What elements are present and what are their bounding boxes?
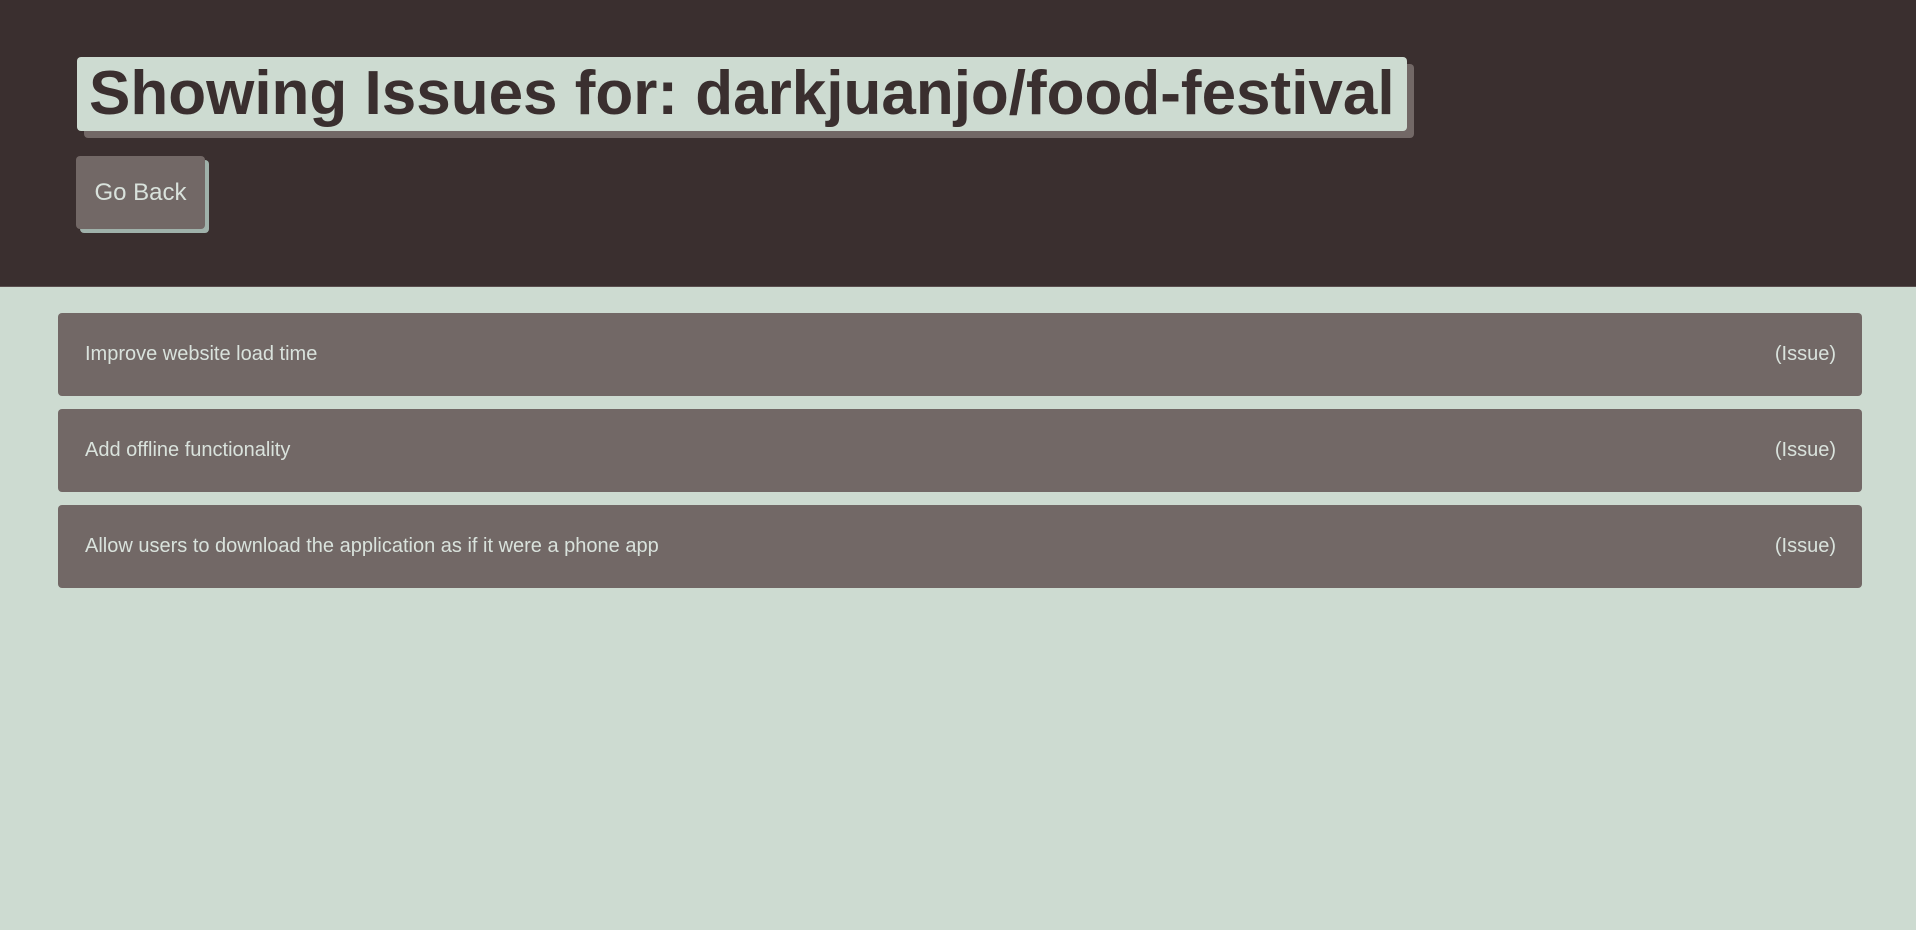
page-header: Showing Issues for: darkjuanjo/food-fest…: [0, 0, 1916, 287]
issue-item[interactable]: Allow users to download the application …: [58, 505, 1862, 588]
issue-list: Improve website load time (Issue) Add of…: [58, 313, 1862, 601]
issue-item[interactable]: Improve website load time (Issue): [58, 313, 1862, 396]
issue-title: Allow users to download the application …: [85, 535, 659, 557]
issue-type-label: (Issue): [1774, 535, 1836, 557]
page-title: Showing Issues for: darkjuanjo/food-fest…: [77, 57, 1407, 131]
go-back-button[interactable]: Go Back: [76, 156, 205, 229]
issue-title: Add offline functionality: [85, 439, 291, 461]
issue-type-label: (Issue): [1774, 439, 1836, 461]
issue-type-label: (Issue): [1774, 343, 1836, 365]
issue-item[interactable]: Add offline functionality (Issue): [58, 409, 1862, 492]
issue-title: Improve website load time: [85, 343, 318, 365]
